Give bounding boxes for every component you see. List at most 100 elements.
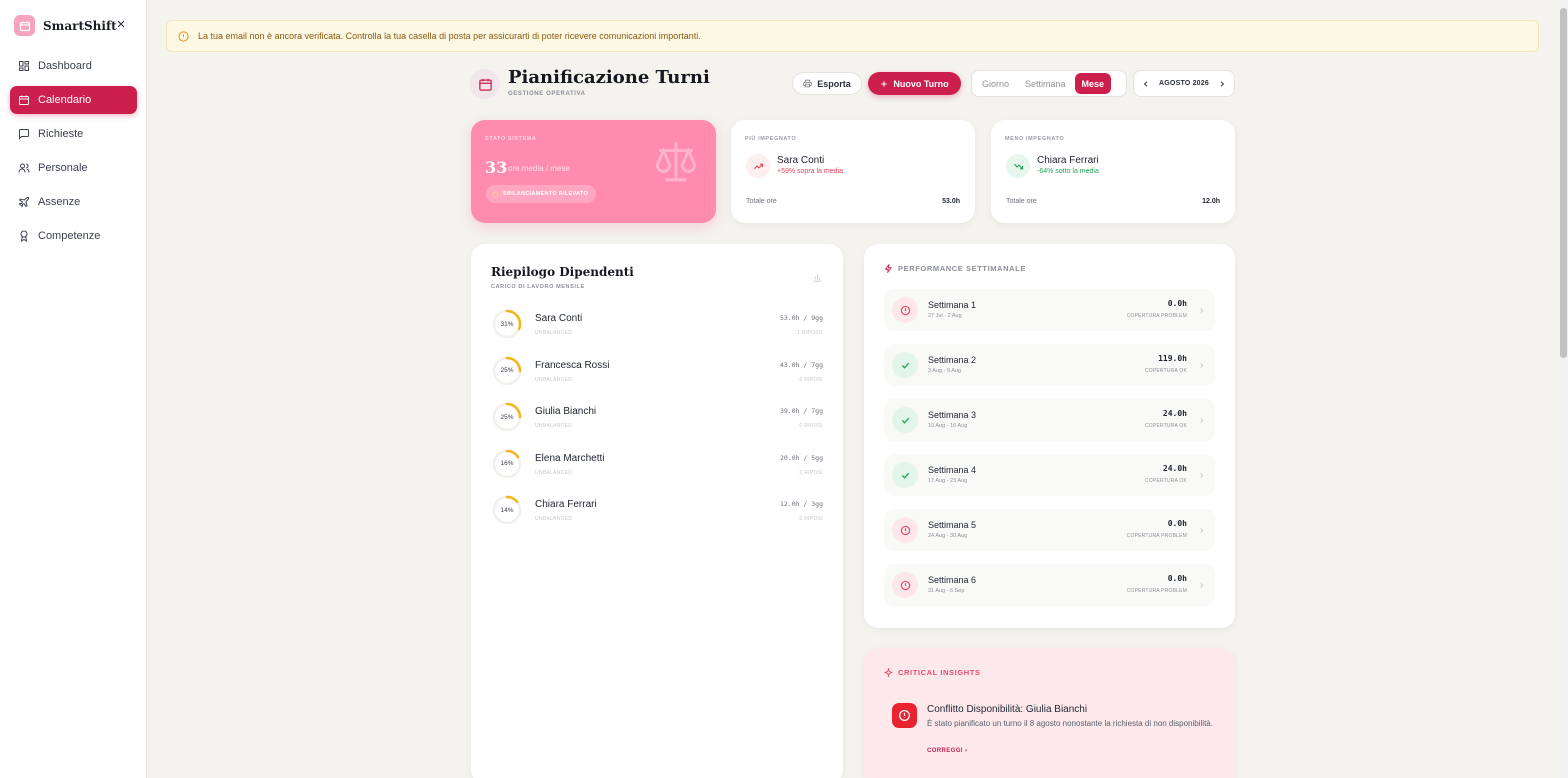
total-label: Totale ore [746,198,777,205]
week-name: Settimana 3 [928,410,977,420]
view-week-tab[interactable]: Settimana [1018,73,1073,94]
close-sidebar-icon[interactable] [114,17,128,31]
avg-hours-unit: ore media / mese [508,164,570,173]
plus-icon [881,80,887,87]
performance-header: PERFORMANCE SETTIMANALE [884,264,1026,273]
week-range: 24 Aug - 30 Aug [928,533,968,539]
employee-row[interactable]: 16% Elena Marchetti UNBALANCED 20.0h / 5gg 0… [491,448,823,488]
week-row[interactable]: Settimana 5 24 Aug - 30 Aug 0.0h COPERTURA … [884,509,1215,551]
sidebar-item-label: Richieste [38,128,84,140]
employee-row[interactable]: 14% Chiara Ferrari UNBALANCED 12.0h / 3gg 0 … [491,494,823,534]
chevron-right-icon [1198,524,1205,538]
week-range: 27 Jul - 2 Aug [928,313,962,319]
employee-hours: 20.0h / 5gg [779,453,823,462]
scale-icon [648,136,704,189]
week-hours: 119.0h [1158,354,1187,363]
week-range: 10 Aug - 16 Aug [928,423,968,429]
week-range: 17 Aug - 23 Aug [928,478,968,484]
employee-rest-days: 0 RIPOSI [799,516,823,522]
performance-title: PERFORMANCE SETTIMANALE [898,264,1026,273]
employee-rest-days: 1 RIPOSO [796,330,823,336]
scrollbar-thumb[interactable] [1560,8,1567,358]
new-shift-label: Nuovo Turno [893,78,949,89]
alert-circle-icon [892,703,917,728]
total-label: Totale ore [1006,198,1037,205]
employee-row[interactable]: 25% Francesca Rossi UNBALANCED 43.0h / 7gg 0… [491,355,823,395]
week-row[interactable]: Settimana 1 27 Jul - 2 Aug 0.0h COPERTURA P… [884,289,1215,331]
week-row[interactable]: Settimana 2 3 Aug - 9 Aug 119.0h COPERTURA … [884,344,1215,386]
sidebar-item-personale[interactable]: Personale [10,154,137,182]
badge-text: SBILANCIAMENTO RILEVATO [503,191,589,197]
new-shift-button[interactable]: Nuovo Turno [868,72,961,95]
employee-name: Elena Marchetti [535,452,605,464]
avg-hours-value: 33 [485,158,508,177]
printer-icon [803,79,812,88]
employee-row[interactable]: 25% Giulia Bianchi UNBALANCED 39.0h / 7gg 0 … [491,401,823,441]
employee-name: Giulia Bianchi [535,406,597,417]
bar-chart-icon [812,272,823,286]
week-range: 31 Aug - 6 Sep [928,588,965,594]
sidebar-item-richieste[interactable]: Richieste [10,120,137,148]
week-name: Settimana 6 [928,575,977,585]
week-row[interactable]: Settimana 3 10 Aug - 16 Aug 24.0h COPERTURA… [884,399,1215,441]
employee-row[interactable]: 31% Sara Conti UNBALANCED 53.0h / 9gg 1 RIPO… [491,308,823,348]
alert-dot-icon [492,190,499,198]
warning-circle-icon [178,30,189,42]
employee-hours: 43.0h / 7gg [779,360,823,369]
brand-name: SmartShift [43,18,117,33]
chevron-right-icon[interactable] [1217,79,1227,89]
week-name: Settimana 1 [928,300,977,310]
brand: SmartShift [14,15,117,36]
sidebar-item-assenze[interactable]: Assenze [10,188,137,216]
employee-hours: 12.0h / 3gg [779,500,823,508]
workload-percent: 25% [500,413,514,421]
check-icon [892,462,918,488]
insight-title: Conflitto Disponibilità: Giulia Bianchi [927,704,1088,715]
least-delta: -64% sotto la media [1037,168,1099,175]
sidebar-item-label: Assenze [38,196,81,208]
alert-circle-icon [892,572,918,598]
employee-status: UNBALANCED [535,376,573,383]
sidebar-nav: Dashboard Calendario Richieste Personale… [10,52,137,256]
sidebar-item-calendario[interactable]: Calendario [10,86,137,114]
fix-link[interactable]: CORREGGI › [927,748,967,754]
sidebar-item-label: Competenze [38,230,101,242]
sidebar-item-competenze[interactable]: Competenze [10,222,137,250]
week-coverage-status: COPERTURA OK [1144,368,1187,374]
month-navigator: AGOSTO 2026 [1133,70,1235,97]
check-icon [892,407,918,433]
sidebar: SmartShift Dashboard Calendario Richiest… [0,0,147,778]
week-coverage-status: COPERTURA OK [1144,478,1187,484]
view-month-tab[interactable]: Mese [1074,73,1112,94]
view-day-tab[interactable]: Giorno [975,73,1016,94]
busiest-delta: +59% sopra la media [777,168,843,175]
page-scrollbar[interactable] [1559,0,1568,778]
week-name: Settimana 4 [928,465,977,475]
export-label: Esporta [817,78,851,89]
week-hours: 0.0h [1167,519,1187,528]
employee-hours: 53.0h / 9gg [779,314,823,322]
chevron-left-icon[interactable] [1141,79,1151,89]
week-row[interactable]: Settimana 4 17 Aug - 23 Aug 24.0h COPERTURA… [884,454,1215,496]
imbalance-badge: SBILANCIAMENTO RILEVATO [486,185,597,203]
total-value: 53.0h [942,198,960,205]
least-busy-employee-card: MENO IMPEGNATO Chiara Ferrari -64% sotto… [991,120,1235,223]
week-row[interactable]: Settimana 6 31 Aug - 6 Sep 0.0h COPERTURA P… [884,564,1215,606]
workload-percent: 16% [500,460,514,467]
employee-rest-days: 0 RIPOSI [799,469,823,476]
fix-link-label: CORREGGI [927,748,963,754]
export-button[interactable]: Esporta [792,72,862,95]
critical-insights-card: CRITICAL INSIGHTS Conflitto Disponibilit… [864,648,1235,778]
week-range: 3 Aug - 9 Aug [928,368,962,374]
calendar-logo-icon [14,15,35,36]
workload-percent: 25% [500,367,514,374]
page-subtitle: GESTIONE OPERATIVA [508,91,586,97]
chevron-right-icon [1198,469,1205,483]
chevron-right-icon [1198,579,1205,593]
employee-name: Sara Conti [535,313,583,324]
users-icon [18,163,30,173]
card-label: STATO SISTEMA [485,136,537,142]
employee-rest-days: 0 RIPOSI [799,423,823,429]
sidebar-item-dashboard[interactable]: Dashboard [10,52,137,80]
current-month: AGOSTO 2026 [1159,80,1209,87]
